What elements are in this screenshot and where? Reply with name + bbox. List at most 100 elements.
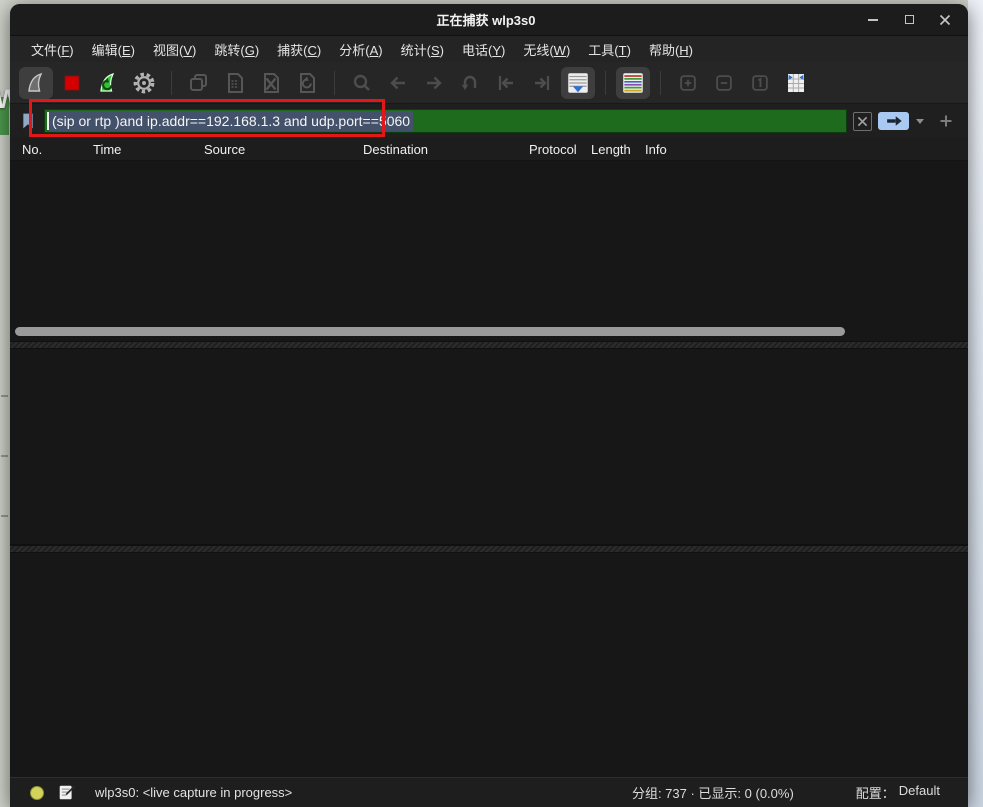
maximize-button[interactable] <box>902 13 916 27</box>
packet-counts-text: 分组: 737 · 已显示: 0 (0.0%) <box>632 783 794 802</box>
window-title: 正在捕获 wlp3s0 <box>10 10 866 29</box>
packet-list-pane[interactable] <box>10 161 968 323</box>
profile-section[interactable]: 配置： Default <box>856 783 940 802</box>
toolbar-separator <box>334 71 335 95</box>
open-file-icon <box>187 71 211 95</box>
zoom-in-icon <box>677 72 699 94</box>
reload-file-icon <box>295 71 319 95</box>
column-source[interactable]: Source <box>196 142 355 157</box>
display-filter-bar: (sip or rtp )and ip.addr==192.168.1.3 an… <box>10 104 968 138</box>
bookmark-icon <box>20 112 36 130</box>
minimize-button[interactable] <box>866 13 880 27</box>
column-no[interactable]: No. <box>14 142 85 157</box>
zoom-out-icon <box>713 72 735 94</box>
colorize-packets-button[interactable] <box>616 67 650 99</box>
find-packet-button <box>345 67 379 99</box>
menu-capture[interactable]: 捕获(C) <box>268 37 330 62</box>
apply-arrow-icon <box>884 115 904 127</box>
restart-fin-icon <box>96 71 120 95</box>
auto-scroll-button[interactable] <box>561 67 595 99</box>
desktop-texture <box>1 395 8 397</box>
close-file-button <box>254 67 288 99</box>
colorize-icon <box>620 70 646 96</box>
zoom-out-button <box>707 67 741 99</box>
capture-comment-button[interactable] <box>58 784 75 801</box>
packet-list-header: No. Time Source Destination Protocol Len… <box>10 138 968 161</box>
start-capture-button[interactable] <box>19 67 53 99</box>
go-last-packet-button <box>525 67 559 99</box>
menu-edit[interactable]: 编辑(E) <box>83 37 144 62</box>
open-file-button <box>182 67 216 99</box>
close-button[interactable] <box>938 13 952 27</box>
arrow-left-icon <box>386 71 410 95</box>
save-file-icon <box>223 71 247 95</box>
menu-statistics[interactable]: 统计(S) <box>392 37 453 62</box>
reload-file-button <box>290 67 324 99</box>
horizontal-scrollbar[interactable] <box>10 323 968 341</box>
gear-icon <box>131 70 157 96</box>
clear-filter-button[interactable] <box>853 112 872 131</box>
filter-expression-text: (sip or rtp )and ip.addr==192.168.1.3 an… <box>49 111 413 131</box>
close-icon <box>939 14 951 26</box>
pane-splitter[interactable] <box>10 545 968 553</box>
packet-details-pane[interactable] <box>10 349 968 545</box>
resize-columns-button[interactable] <box>779 67 813 99</box>
profile-label: 配置： <box>856 783 895 802</box>
menu-help[interactable]: 帮助(H) <box>640 37 702 62</box>
menu-view[interactable]: 视图(V) <box>144 37 205 62</box>
menu-telephony[interactable]: 电话(Y) <box>453 37 514 62</box>
maximize-icon <box>905 15 914 24</box>
minimize-icon <box>868 19 878 21</box>
column-time[interactable]: Time <box>85 142 196 157</box>
desktop-texture <box>1 515 8 517</box>
scrollbar-thumb[interactable] <box>15 327 845 336</box>
shark-fin-icon <box>24 71 48 95</box>
expert-info-icon[interactable] <box>30 786 44 800</box>
title-bar[interactable]: 正在捕获 wlp3s0 <box>10 4 968 36</box>
arrow-right-icon <box>422 71 446 95</box>
zoom-in-button <box>671 67 705 99</box>
column-protocol[interactable]: Protocol <box>521 142 583 157</box>
add-filter-button[interactable] <box>936 111 956 131</box>
capture-options-button[interactable] <box>127 67 161 99</box>
apply-filter-button[interactable] <box>878 112 909 130</box>
column-destination[interactable]: Destination <box>355 142 521 157</box>
menu-file[interactable]: 文件(F) <box>22 37 83 62</box>
normal-size-icon <box>749 72 771 94</box>
packet-bytes-pane[interactable] <box>10 553 968 777</box>
arrow-to-start-icon <box>494 71 518 95</box>
menu-analyze[interactable]: 分析(A) <box>330 37 391 62</box>
search-icon <box>350 71 374 95</box>
restart-capture-button[interactable] <box>91 67 125 99</box>
go-forward-button <box>417 67 451 99</box>
display-filter-input[interactable]: (sip or rtp )and ip.addr==192.168.1.3 an… <box>44 109 847 133</box>
column-info[interactable]: Info <box>637 142 968 157</box>
profile-value[interactable]: Default <box>899 783 940 802</box>
status-bar: wlp3s0: <live capture in progress> 分组: 7… <box>10 777 968 807</box>
filter-history-dropdown[interactable] <box>916 119 924 124</box>
menu-bar: 文件(F) 编辑(E) 视图(V) 跳转(G) 捕获(C) 分析(A) 统计(S… <box>10 36 968 62</box>
save-file-button <box>218 67 252 99</box>
comment-pencil-icon <box>58 784 75 801</box>
filter-bookmark-button[interactable] <box>16 109 40 133</box>
go-first-packet-button <box>489 67 523 99</box>
go-back-button <box>381 67 415 99</box>
column-length[interactable]: Length <box>583 142 637 157</box>
auto-scroll-icon <box>565 70 591 96</box>
u-turn-arrow-icon <box>458 71 482 95</box>
pane-splitter[interactable] <box>10 341 968 349</box>
toolbar-separator <box>660 71 661 95</box>
resize-columns-icon <box>784 71 808 95</box>
menu-wireless[interactable]: 无线(W) <box>514 37 579 62</box>
stop-capture-button[interactable] <box>55 67 89 99</box>
close-file-icon <box>259 71 283 95</box>
stop-square-icon <box>60 71 84 95</box>
capture-status-text: wlp3s0: <live capture in progress> <box>95 785 292 800</box>
clear-x-icon <box>857 116 868 127</box>
menu-tools[interactable]: 工具(T) <box>579 37 640 62</box>
menu-go[interactable]: 跳转(G) <box>205 37 268 62</box>
arrow-to-end-icon <box>530 71 554 95</box>
toolbar-separator <box>171 71 172 95</box>
go-to-packet-button <box>453 67 487 99</box>
plus-icon <box>939 114 953 128</box>
